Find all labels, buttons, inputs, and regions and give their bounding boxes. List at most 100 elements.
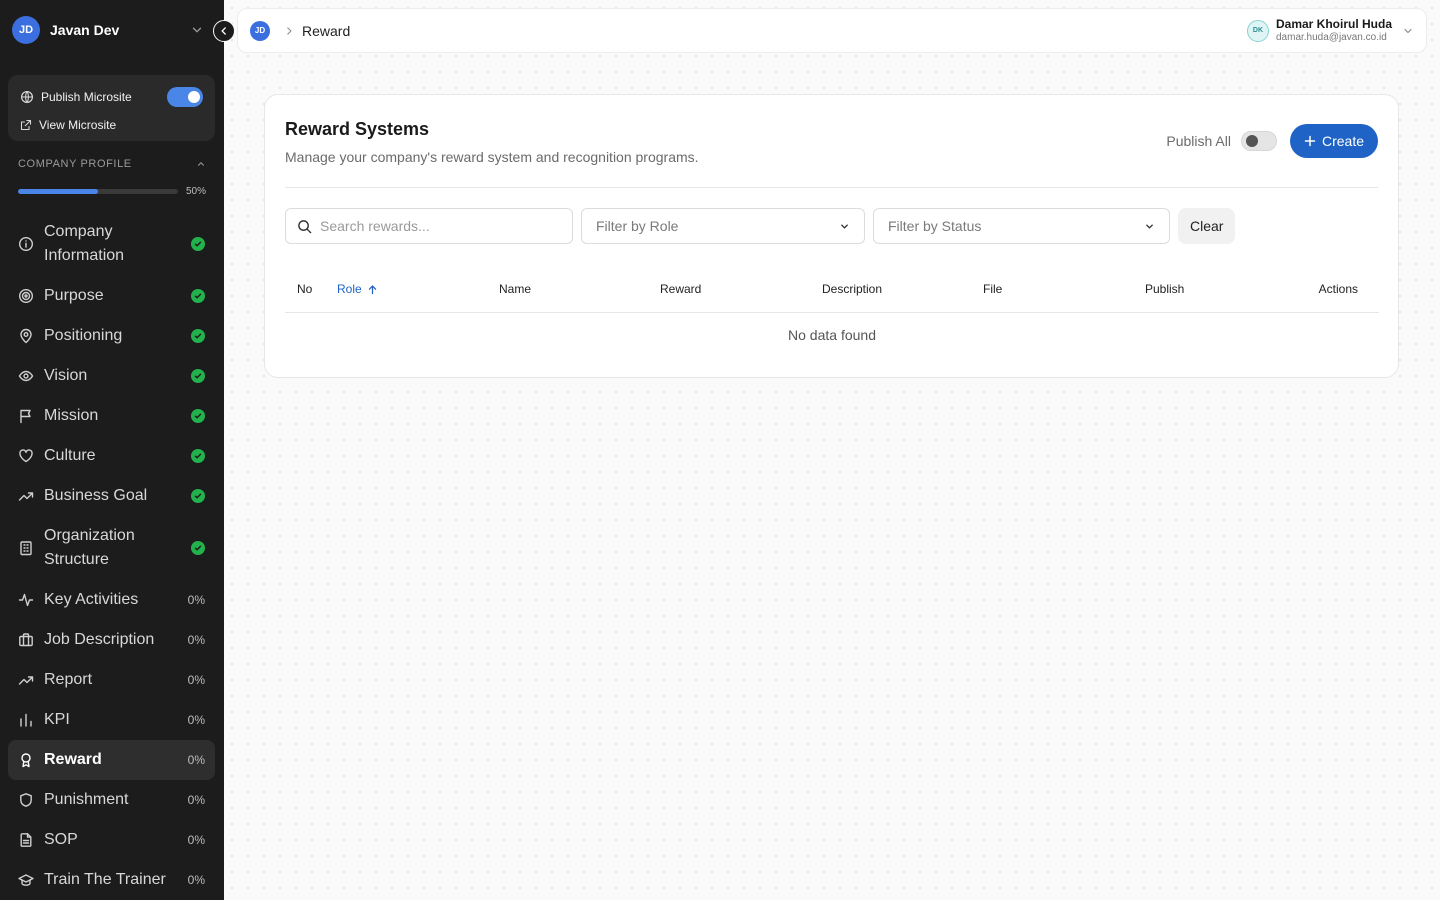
sidebar-item-sop[interactable]: SOP 0% xyxy=(8,820,215,860)
sidebar-item-key-activities[interactable]: Key Activities 0% xyxy=(8,580,215,620)
check-circle-icon xyxy=(191,237,205,251)
card-header: Reward Systems Manage your company's rew… xyxy=(285,95,1378,188)
chevron-left-icon xyxy=(221,27,226,35)
create-button-label: Create xyxy=(1321,133,1364,149)
clear-button[interactable]: Clear xyxy=(1178,208,1236,244)
sidebar-item-reward[interactable]: Reward 0% xyxy=(8,740,215,780)
chevron-down-icon xyxy=(841,224,848,229)
collapse-sidebar-button[interactable] xyxy=(213,20,235,42)
progress-label: 50% xyxy=(185,186,206,197)
search-input[interactable] xyxy=(320,218,550,234)
workspace-switcher[interactable]: JD Javan Dev xyxy=(0,0,224,60)
publish-microsite-toggle[interactable] xyxy=(167,87,203,107)
user-avatar: DK xyxy=(1246,19,1269,42)
filter-role-value: Filter by Role xyxy=(596,218,679,234)
sidebar-item-progress: 0% xyxy=(187,753,205,767)
search-box xyxy=(285,208,573,244)
chevron-right-icon xyxy=(284,26,294,36)
sidebar-item-label: SOP xyxy=(44,831,78,848)
topbar: JD Reward DK Damar Khoirul Huda damar.hu… xyxy=(237,8,1427,53)
column-no[interactable]: No xyxy=(297,282,312,296)
progress-fill xyxy=(18,189,98,194)
sidebar-item-label: Organization Structure xyxy=(44,527,135,568)
column-description[interactable]: Description xyxy=(822,282,882,296)
publish-all-label: Publish All xyxy=(1166,133,1231,149)
sidebar-item-label: Positioning xyxy=(44,327,123,344)
briefcase-icon xyxy=(18,632,34,648)
rewards-table: No Role Name Reward Description File Pub… xyxy=(285,268,1379,357)
sidebar-item-mission[interactable]: Mission xyxy=(8,396,215,436)
graduation-cap-icon xyxy=(18,872,34,888)
sidebar-item-kpi[interactable]: KPI 0% xyxy=(8,700,215,740)
column-name[interactable]: Name xyxy=(499,282,531,296)
company-profile-progress: 50% xyxy=(18,186,206,197)
sidebar-item-report[interactable]: Report 0% xyxy=(8,660,215,700)
sidebar-item-label: Report xyxy=(44,671,93,688)
empty-state: No data found xyxy=(788,327,876,343)
building-icon xyxy=(18,540,34,556)
sidebar-item-organization-structure[interactable]: Organization Structure xyxy=(8,516,215,580)
workspace-name: Javan Dev xyxy=(50,22,120,38)
shield-icon xyxy=(18,792,34,808)
sidebar-item-job-description[interactable]: Job Description 0% xyxy=(8,620,215,660)
column-role-label: Role xyxy=(337,282,362,296)
chevron-up-icon xyxy=(198,162,204,166)
page-subtitle: Manage your company's reward system and … xyxy=(285,149,699,165)
sidebar-item-progress: 0% xyxy=(187,673,205,687)
sidebar-item-label: Job Description xyxy=(44,631,155,648)
company-profile-title: COMPANY PROFILE xyxy=(18,158,132,170)
workspace-avatar: JD xyxy=(12,16,40,44)
sidebar-item-label: Vision xyxy=(44,367,88,384)
user-menu[interactable]: DK Damar Khoirul Huda damar.huda@javan.c… xyxy=(1246,17,1414,44)
search-icon xyxy=(298,219,312,233)
user-name: Damar Khoirul Huda xyxy=(1275,17,1392,31)
sidebar-item-label: Culture xyxy=(44,447,96,464)
filter-role-select[interactable]: Filter by Role xyxy=(581,208,865,244)
check-circle-icon xyxy=(191,489,205,503)
sidebar-item-business-goal[interactable]: Business Goal xyxy=(8,476,215,516)
sidebar-item-label: Reward xyxy=(44,751,102,768)
view-microsite-label: View Microsite xyxy=(39,118,117,132)
sidebar-item-company-information[interactable]: Company Information xyxy=(8,212,215,276)
create-button[interactable]: Create xyxy=(1289,124,1378,158)
sidebar: JD Javan Dev Publish Microsite View Micr… xyxy=(0,0,224,900)
plus-icon xyxy=(1304,135,1316,147)
check-circle-icon xyxy=(191,369,205,383)
sidebar-item-progress: 0% xyxy=(187,793,205,807)
target-icon xyxy=(18,288,34,304)
column-reward[interactable]: Reward xyxy=(660,282,701,296)
trending-up-icon xyxy=(18,488,34,504)
sidebar-item-culture[interactable]: Culture xyxy=(8,436,215,476)
sidebar-item-label: Purpose xyxy=(44,287,104,304)
progress-track xyxy=(18,189,178,194)
breadcrumb-workspace-avatar[interactable]: JD xyxy=(250,20,270,41)
reward-systems-card: Reward Systems Manage your company's rew… xyxy=(264,94,1399,378)
sidebar-item-label: Company Information xyxy=(44,223,125,264)
sidebar-item-label: Punishment xyxy=(44,791,129,808)
column-actions[interactable]: Actions xyxy=(1319,282,1358,296)
microsite-card: Publish Microsite View Microsite xyxy=(8,75,215,141)
sidebar-item-purpose[interactable]: Purpose xyxy=(8,276,215,316)
publish-microsite-label: Publish Microsite xyxy=(41,90,132,104)
column-role[interactable]: Role xyxy=(337,282,378,296)
sidebar-item-label: Mission xyxy=(44,407,99,424)
sidebar-item-label: Business Goal xyxy=(44,487,148,504)
user-email: damar.huda@javan.co.id xyxy=(1275,32,1387,43)
filter-status-value: Filter by Status xyxy=(888,218,982,234)
sidebar-item-punishment[interactable]: Punishment 0% xyxy=(8,780,215,820)
trending-up-icon xyxy=(18,672,34,688)
view-microsite-link[interactable]: View Microsite xyxy=(20,118,203,132)
column-publish[interactable]: Publish xyxy=(1145,282,1184,296)
sidebar-item-train-the-trainer[interactable]: Train The Trainer 0% xyxy=(8,860,215,900)
company-profile-heading[interactable]: COMPANY PROFILE xyxy=(18,158,206,170)
column-file[interactable]: File xyxy=(983,282,1002,296)
header-actions: Publish All Create xyxy=(1166,124,1378,158)
sidebar-item-vision[interactable]: Vision xyxy=(8,356,215,396)
publish-all-toggle[interactable] xyxy=(1240,131,1277,151)
sidebar-item-label: Key Activities xyxy=(44,591,139,608)
sidebar-item-progress: 0% xyxy=(187,713,205,727)
sidebar-item-label: KPI xyxy=(44,711,70,728)
filter-status-select[interactable]: Filter by Status xyxy=(873,208,1170,244)
sidebar-item-positioning[interactable]: Positioning xyxy=(8,316,215,356)
check-circle-icon xyxy=(191,329,205,343)
